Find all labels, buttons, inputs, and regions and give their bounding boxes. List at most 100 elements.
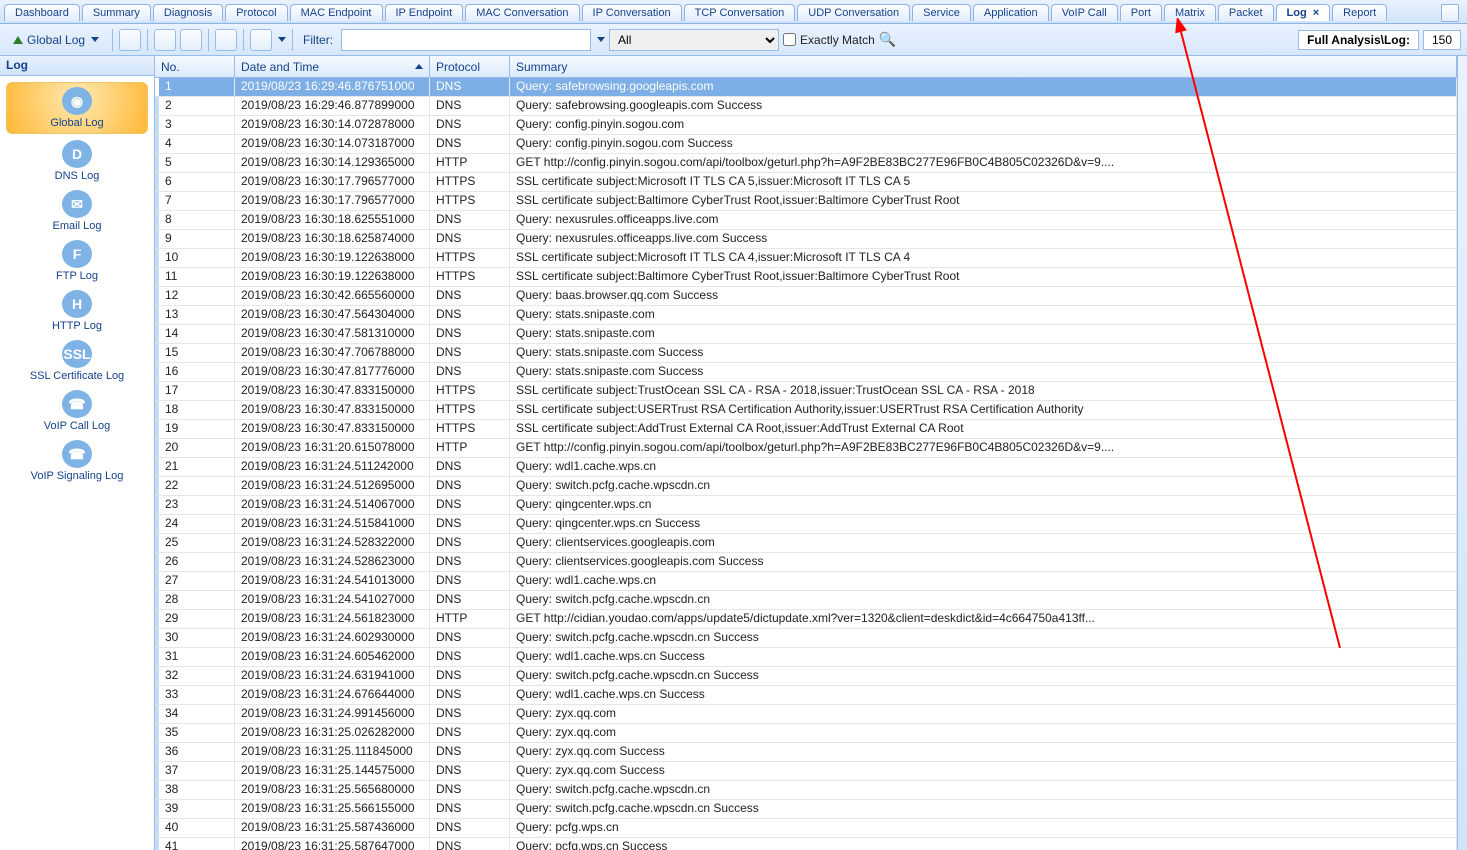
cell-pr: DNS — [430, 211, 510, 229]
cell-dt: 2019/08/23 16:31:25.026282000 — [235, 724, 430, 742]
table-row[interactable]: 132019/08/23 16:30:47.564304000DNSQuery:… — [155, 306, 1457, 325]
table-row[interactable]: 52019/08/23 16:30:14.129365000HTTPGET ht… — [155, 154, 1457, 173]
table-row[interactable]: 312019/08/23 16:31:24.605462000DNSQuery:… — [155, 648, 1457, 667]
table-row[interactable]: 182019/08/23 16:30:47.833150000HTTPSSSL … — [155, 401, 1457, 420]
cell-dt: 2019/08/23 16:31:25.565680000 — [235, 781, 430, 799]
cell-pr: DNS — [430, 629, 510, 647]
table-row[interactable]: 122019/08/23 16:30:42.665560000DNSQuery:… — [155, 287, 1457, 306]
tab-mac-conversation[interactable]: MAC Conversation — [465, 4, 579, 21]
tab-ip-endpoint[interactable]: IP Endpoint — [385, 4, 464, 21]
options-button[interactable] — [215, 29, 237, 51]
tab-voip-call[interactable]: VoIP Call — [1051, 4, 1118, 21]
table-row[interactable]: 192019/08/23 16:30:47.833150000HTTPSSSL … — [155, 420, 1457, 439]
table-row[interactable]: 342019/08/23 16:31:24.991456000DNSQuery:… — [155, 705, 1457, 724]
tab-protocol[interactable]: Protocol — [225, 4, 287, 21]
find-button[interactable] — [180, 29, 202, 51]
sidebar-item-http-log[interactable]: HHTTP Log — [0, 286, 154, 336]
close-icon[interactable]: × — [1313, 7, 1319, 19]
tab-matrix[interactable]: Matrix — [1164, 4, 1216, 21]
table-row[interactable]: 262019/08/23 16:31:24.528623000DNSQuery:… — [155, 553, 1457, 572]
table-row[interactable]: 162019/08/23 16:30:47.817776000DNSQuery:… — [155, 363, 1457, 382]
cell-pr: DNS — [430, 363, 510, 381]
tab-service[interactable]: Service — [912, 4, 971, 21]
table-row[interactable]: 382019/08/23 16:31:25.565680000DNSQuery:… — [155, 781, 1457, 800]
cut-button[interactable] — [154, 29, 176, 51]
table-row[interactable]: 232019/08/23 16:31:24.514067000DNSQuery:… — [155, 496, 1457, 515]
table-row[interactable]: 412019/08/23 16:31:25.587647000DNSQuery:… — [155, 838, 1457, 850]
cell-no: 5 — [155, 154, 235, 172]
save-button[interactable] — [119, 29, 141, 51]
tab-application[interactable]: Application — [973, 4, 1049, 21]
cell-dt: 2019/08/23 16:31:25.587647000 — [235, 838, 430, 850]
table-row[interactable]: 332019/08/23 16:31:24.676644000DNSQuery:… — [155, 686, 1457, 705]
table-row[interactable]: 242019/08/23 16:31:24.515841000DNSQuery:… — [155, 515, 1457, 534]
cell-no: 20 — [155, 439, 235, 457]
search-icon[interactable]: 🔍 — [879, 31, 896, 48]
table-row[interactable]: 402019/08/23 16:31:25.587436000DNSQuery:… — [155, 819, 1457, 838]
sidebar-item-voip-signaling-log[interactable]: ☎VoIP Signaling Log — [0, 436, 154, 486]
table-row[interactable]: 222019/08/23 16:31:24.512695000DNSQuery:… — [155, 477, 1457, 496]
tab-summary[interactable]: Summary — [82, 4, 151, 21]
global-log-button[interactable]: Global Log — [6, 29, 106, 51]
tab-udp-conversation[interactable]: UDP Conversation — [797, 4, 910, 21]
exactly-match-checkbox[interactable]: Exactly Match — [783, 33, 875, 47]
right-collapse-bar[interactable] — [1457, 56, 1467, 850]
table-row[interactable]: 362019/08/23 16:31:25.111845000DNSQuery:… — [155, 743, 1457, 762]
table-row[interactable]: 282019/08/23 16:31:24.541027000DNSQuery:… — [155, 591, 1457, 610]
table-row[interactable]: 32019/08/23 16:30:14.072878000DNSQuery: … — [155, 116, 1457, 135]
table-row[interactable]: 372019/08/23 16:31:25.144575000DNSQuery:… — [155, 762, 1457, 781]
tab-report[interactable]: Report — [1332, 4, 1387, 21]
table-row[interactable]: 292019/08/23 16:31:24.561823000HTTPGET h… — [155, 610, 1457, 629]
tab-packet[interactable]: Packet — [1218, 4, 1274, 21]
table-row[interactable]: 12019/08/23 16:29:46.876751000DNSQuery: … — [155, 78, 1457, 97]
exactly-match-input[interactable] — [783, 33, 796, 46]
filter-scope-select[interactable]: All — [609, 29, 779, 51]
sidebar-item-email-log[interactable]: ✉Email Log — [0, 186, 154, 236]
table-row[interactable]: 322019/08/23 16:31:24.631941000DNSQuery:… — [155, 667, 1457, 686]
sidebar-item-ftp-log[interactable]: FFTP Log — [0, 236, 154, 286]
tab-ip-conversation[interactable]: IP Conversation — [582, 4, 682, 21]
col-datetime-header[interactable]: Date and Time — [235, 56, 430, 77]
table-row[interactable]: 172019/08/23 16:30:47.833150000HTTPSSSL … — [155, 382, 1457, 401]
chevron-down-icon[interactable] — [278, 37, 286, 42]
table-row[interactable]: 22019/08/23 16:29:46.877899000DNSQuery: … — [155, 97, 1457, 116]
table-row[interactable]: 272019/08/23 16:31:24.541013000DNSQuery:… — [155, 572, 1457, 591]
refresh-button[interactable] — [250, 29, 272, 51]
sidebar-item-ssl-certificate-log[interactable]: SSLSSL Certificate Log — [0, 336, 154, 386]
sidebar-item-label: HTTP Log — [52, 320, 102, 332]
cell-dt: 2019/08/23 16:31:24.528623000 — [235, 553, 430, 571]
cell-sm: SSL certificate subject:TrustOcean SSL C… — [510, 382, 1457, 400]
sidebar-item-dns-log[interactable]: DDNS Log — [0, 136, 154, 186]
chevron-down-icon[interactable] — [597, 37, 605, 42]
grid-body[interactable]: 12019/08/23 16:29:46.876751000DNSQuery: … — [155, 78, 1457, 850]
tab-log[interactable]: Log× — [1276, 4, 1331, 21]
col-summary-header[interactable]: Summary — [510, 56, 1457, 77]
col-protocol-header[interactable]: Protocol — [430, 56, 510, 77]
cell-no: 40 — [155, 819, 235, 837]
filter-input[interactable] — [341, 29, 591, 51]
table-row[interactable]: 252019/08/23 16:31:24.528322000DNSQuery:… — [155, 534, 1457, 553]
table-row[interactable]: 302019/08/23 16:31:24.602930000DNSQuery:… — [155, 629, 1457, 648]
table-row[interactable]: 72019/08/23 16:30:17.796577000HTTPSSSL c… — [155, 192, 1457, 211]
tab-mac-endpoint[interactable]: MAC Endpoint — [290, 4, 383, 21]
col-no-header[interactable]: No. — [155, 56, 235, 77]
table-row[interactable]: 352019/08/23 16:31:25.026282000DNSQuery:… — [155, 724, 1457, 743]
sidebar-item-voip-call-log[interactable]: ☎VoIP Call Log — [0, 386, 154, 436]
table-row[interactable]: 142019/08/23 16:30:47.581310000DNSQuery:… — [155, 325, 1457, 344]
tab-diagnosis[interactable]: Diagnosis — [153, 4, 223, 21]
table-row[interactable]: 152019/08/23 16:30:47.706788000DNSQuery:… — [155, 344, 1457, 363]
sidebar-item-global-log[interactable]: ◉Global Log — [6, 82, 148, 134]
table-row[interactable]: 392019/08/23 16:31:25.566155000DNSQuery:… — [155, 800, 1457, 819]
table-row[interactable]: 202019/08/23 16:31:20.615078000HTTPGET h… — [155, 439, 1457, 458]
table-row[interactable]: 62019/08/23 16:30:17.796577000HTTPSSSL c… — [155, 173, 1457, 192]
table-row[interactable]: 102019/08/23 16:30:19.122638000HTTPSSSL … — [155, 249, 1457, 268]
tab-port[interactable]: Port — [1120, 4, 1162, 21]
tab-tcp-conversation[interactable]: TCP Conversation — [684, 4, 796, 21]
settings-icon[interactable] — [1441, 4, 1459, 22]
table-row[interactable]: 92019/08/23 16:30:18.625874000DNSQuery: … — [155, 230, 1457, 249]
table-row[interactable]: 212019/08/23 16:31:24.511242000DNSQuery:… — [155, 458, 1457, 477]
tab-dashboard[interactable]: Dashboard — [4, 4, 80, 21]
table-row[interactable]: 42019/08/23 16:30:14.073187000DNSQuery: … — [155, 135, 1457, 154]
table-row[interactable]: 112019/08/23 16:30:19.122638000HTTPSSSL … — [155, 268, 1457, 287]
table-row[interactable]: 82019/08/23 16:30:18.625551000DNSQuery: … — [155, 211, 1457, 230]
